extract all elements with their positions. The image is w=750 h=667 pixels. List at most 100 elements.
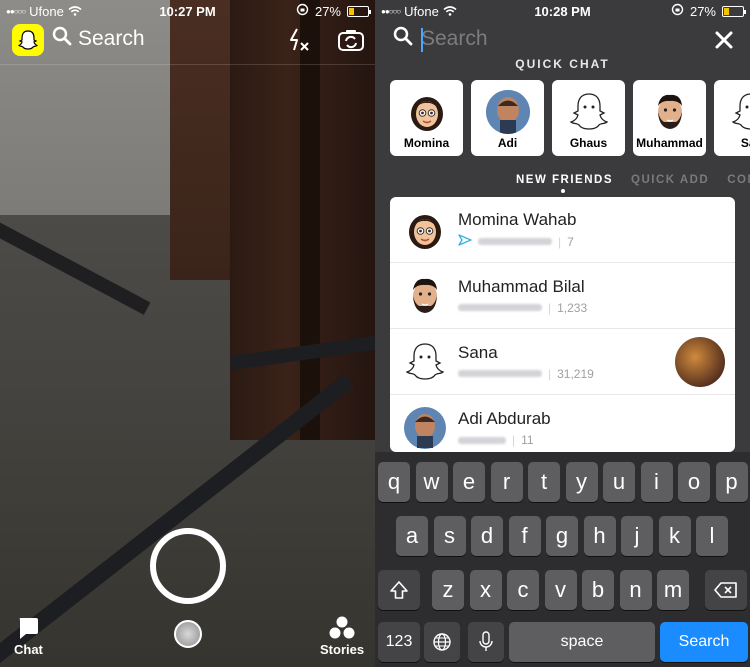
capture-button[interactable] <box>150 528 226 604</box>
snap-score: 1,233 <box>557 300 588 315</box>
letter-key[interactable]: g <box>546 516 578 556</box>
search-label: Search <box>78 27 145 50</box>
username-redacted <box>478 238 552 245</box>
snapchat-ghost-icon <box>17 30 39 50</box>
quick-chat-name: Sar <box>740 136 750 150</box>
status-bar: ●●○○○ Ufone 10:27 PM 27% <box>0 0 375 22</box>
tab-new-friends[interactable]: NEW FRIENDS <box>516 174 613 186</box>
letter-key[interactable]: e <box>453 462 485 502</box>
search-key[interactable]: Search <box>660 622 748 662</box>
letter-key[interactable]: c <box>507 570 539 610</box>
backspace-icon <box>714 582 737 598</box>
username-redacted <box>458 370 542 377</box>
globe-icon <box>433 633 451 651</box>
quick-chat-item[interactable]: Momina <box>390 80 463 156</box>
header-divider <box>0 64 375 65</box>
tab-contacts[interactable]: CONT <box>727 174 750 186</box>
letter-key[interactable]: q <box>378 462 410 502</box>
photo-face-icon <box>485 90 530 134</box>
letter-key[interactable]: i <box>640 462 673 502</box>
letter-key[interactable]: k <box>658 516 691 556</box>
search-button[interactable]: Search <box>52 26 145 52</box>
stories-button[interactable]: Stories <box>320 616 364 657</box>
quick-chat-name: Ghaus <box>569 136 608 150</box>
letter-key[interactable]: p <box>715 462 748 502</box>
chat-button[interactable]: Chat <box>14 616 43 657</box>
search-input[interactable] <box>421 27 661 51</box>
snapchat-ghost-button[interactable] <box>12 24 44 56</box>
bitmoji-male-icon <box>402 273 448 319</box>
stories-label: Stories <box>320 642 365 657</box>
ghost-icon <box>402 339 448 385</box>
flip-camera-icon[interactable] <box>337 28 365 58</box>
list-item[interactable]: Sana | 31,219 <box>390 329 735 395</box>
photo-face-icon <box>402 405 448 451</box>
letter-key[interactable]: s <box>433 516 466 556</box>
bitmoji-female-icon <box>402 207 448 253</box>
bitmoji-female-icon <box>405 90 449 134</box>
list-item[interactable]: Adi Abdurab | 11 <box>390 395 735 452</box>
friend-name: Sana <box>458 342 498 362</box>
search-bar <box>393 26 661 52</box>
letter-key[interactable]: f <box>508 516 541 556</box>
letter-key[interactable]: h <box>583 516 616 556</box>
letter-key[interactable]: o <box>678 462 710 502</box>
text-caret <box>421 28 423 52</box>
letter-key[interactable]: d <box>471 516 503 556</box>
friend-tabs: NEW FRIENDS QUICK ADD CONT <box>516 174 750 186</box>
letter-key[interactable]: t <box>528 462 560 502</box>
camera-background-door-edge <box>300 0 320 440</box>
battery-icon <box>347 5 371 17</box>
letter-key[interactable]: v <box>544 570 577 610</box>
numbers-key[interactable]: 123 <box>378 622 420 662</box>
story-thumbnail[interactable] <box>675 337 725 387</box>
sent-arrow-icon <box>458 234 472 249</box>
letter-key[interactable]: y <box>565 462 598 502</box>
quick-chat-item[interactable]: Muhammad <box>633 80 706 156</box>
letter-key[interactable]: l <box>696 516 728 556</box>
snap-score: 11 <box>521 433 534 447</box>
letter-key[interactable]: m <box>657 570 689 610</box>
search-icon <box>393 26 413 52</box>
quick-chat-item[interactable]: Sar <box>714 80 750 156</box>
close-button[interactable] <box>714 26 734 57</box>
letter-key[interactable]: u <box>603 462 635 502</box>
shift-key[interactable] <box>378 570 420 610</box>
letter-key[interactable]: j <box>621 516 653 556</box>
letter-key[interactable]: r <box>490 462 523 502</box>
letter-key[interactable]: z <box>432 570 464 610</box>
friend-name: Momina Wahab <box>458 210 577 229</box>
letter-key[interactable]: b <box>582 570 614 610</box>
flash-off-icon[interactable] <box>288 28 310 58</box>
delete-key[interactable] <box>705 570 747 610</box>
globe-key[interactable] <box>424 622 460 662</box>
friend-name: Adi Abdurab <box>458 409 551 428</box>
quick-chat-title: QUICK CHAT <box>515 57 610 71</box>
ghost-icon <box>729 90 750 134</box>
microphone-key[interactable] <box>468 622 504 662</box>
quick-chat-item[interactable]: Adi <box>471 80 544 156</box>
snap-score: 7 <box>567 234 574 249</box>
tab-quick-add[interactable]: QUICK ADD <box>631 174 709 186</box>
quick-chat-name: Adi <box>497 136 518 150</box>
bitmoji-male-icon <box>648 90 692 134</box>
space-key[interactable]: space <box>509 622 655 662</box>
letter-key[interactable]: w <box>415 462 448 502</box>
quick-chat-item[interactable]: Ghaus <box>552 80 625 156</box>
friends-list: Momina Wahab | 7 Muhammad Bilal | 1,233 <box>390 197 735 452</box>
letter-key[interactable]: n <box>619 570 652 610</box>
status-bar: ●●○○○ Ufone 10:28 PM 27% <box>375 0 750 22</box>
chat-icon <box>20 618 39 639</box>
camera-background-pillar <box>170 0 230 280</box>
chat-label: Chat <box>14 642 43 657</box>
search-screen: ●●○○○ Ufone 10:28 PM 27% QUICK CHAT <box>375 0 750 667</box>
friend-name: Muhammad Bilal <box>458 276 585 296</box>
memories-button[interactable] <box>174 620 202 648</box>
letter-key[interactable]: a <box>396 516 428 556</box>
rotation-lock-icon <box>671 3 684 19</box>
letter-key[interactable]: x <box>469 570 502 610</box>
camera-screen: ●●○○○ Ufone 10:27 PM 27% Search Chat Sto… <box>0 0 375 667</box>
battery-icon <box>722 5 746 17</box>
list-item[interactable]: Muhammad Bilal | 1,233 <box>390 263 735 329</box>
list-item[interactable]: Momina Wahab | 7 <box>390 197 735 263</box>
